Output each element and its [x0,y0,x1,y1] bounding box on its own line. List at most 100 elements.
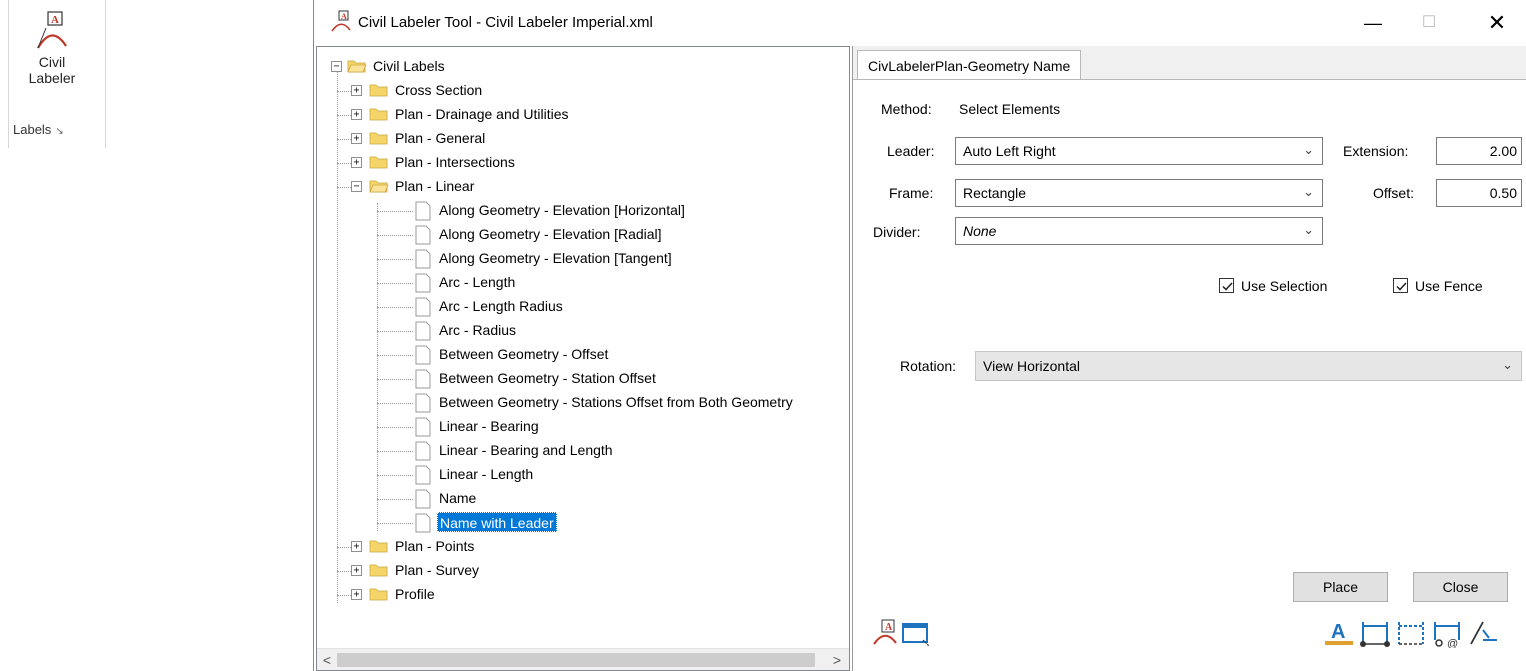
tree-node-label: Arc - Radius [439,322,517,338]
tree-node-label: Arc - Length [439,274,516,290]
collapse-icon[interactable]: − [331,61,342,72]
tree-node-root[interactable]: − Civil Labels [317,55,847,79]
expand-icon[interactable]: + [351,589,362,600]
tree-folder-node[interactable]: + Plan - Drainage and Utilities [317,103,847,127]
scroll-left-arrow[interactable]: < [317,649,337,670]
dimension-point-icon[interactable]: @ [1431,618,1465,648]
tree-connector [377,259,413,260]
tree-folder-node[interactable]: + Plan - Survey [317,559,847,583]
expand-icon[interactable]: + [351,133,362,144]
text-label-icon[interactable]: A [1323,618,1357,648]
tree-leaf-node[interactable]: Arc - Length [317,271,847,295]
document-icon [415,489,431,509]
tree-node-label: Cross Section [395,82,483,98]
tree-leaf-node[interactable]: Between Geometry - Station Offset [317,367,847,391]
folder-icon [369,84,388,97]
tree-connector [377,427,413,428]
scroll-right-arrow[interactable]: > [827,649,847,670]
tab-civlabelerplan-geometry-name[interactable]: CivLabelerPlan-Geometry Name [857,50,1082,80]
tree-folder-node[interactable]: − Plan - Linear [317,175,847,199]
expand-icon[interactable]: + [351,541,362,552]
document-icon [415,393,431,413]
tree-node-label: Linear - Bearing and Length [439,442,613,458]
horizontal-scrollbar[interactable]: < > [317,648,849,670]
rotation-dropdown[interactable]: View Horizontal ⌄ [975,351,1522,381]
tree-node-label-selected: Name with Leader [437,512,557,532]
offset-label: Offset: [1373,185,1414,201]
label-tool-icon[interactable]: A [871,618,899,646]
tree-leaf-node[interactable]: Linear - Length [317,463,847,487]
expand-icon[interactable]: + [351,85,362,96]
tree-node-label: Civil Labels [373,58,445,74]
maximize-button[interactable]: ☐ [1406,8,1452,38]
folder-icon [369,540,388,553]
tree-leaf-node[interactable]: Linear - Bearing [317,415,847,439]
ribbon-button-label-line2: Labeler [28,70,76,86]
tree-folder-node[interactable]: + Cross Section [317,79,847,103]
place-button[interactable]: Place [1293,572,1388,602]
frame-dropdown[interactable]: Rectangle ⌄ [955,179,1323,207]
scrollbar-thumb[interactable] [337,653,815,667]
document-icon [415,225,431,245]
close-button[interactable]: Close [1413,572,1508,602]
use-selection-checkbox[interactable]: Use Selection [1219,276,1359,296]
tree-leaf-node[interactable]: Between Geometry - Stations Offset from … [317,391,847,415]
tree-folder-node[interactable]: + Plan - Intersections [317,151,847,175]
tree-leaf-node[interactable]: Name with Leader [317,511,847,535]
ribbon-button-label-line1: Civil [38,54,66,70]
label-settings-panel: CivLabelerPlan-Geometry Name Method: Sel… [852,46,1526,671]
angle-leader-icon[interactable] [1467,618,1501,648]
ribbon-group-label: Labels [13,122,52,137]
extension-label: Extension: [1343,143,1409,159]
expand-icon[interactable]: + [351,109,362,120]
folder-icon [369,156,388,169]
divider-dropdown[interactable]: None ⌄ [955,217,1323,245]
select-window-icon[interactable] [901,620,931,648]
tree-node-label: Plan - Intersections [395,154,515,170]
tree-node-label: Along Geometry - Elevation [Tangent] [439,250,672,266]
extension-input[interactable]: 2.00 [1436,137,1522,165]
dimension-leader-icon[interactable] [1359,618,1393,648]
tree-connector [377,451,413,452]
leader-dropdown[interactable]: Auto Left Right ⌄ [955,137,1323,165]
tree-leaf-node[interactable]: Between Geometry - Offset [317,343,847,367]
tree-connector [377,211,413,212]
civil-labeler-ribbon-button[interactable]: A Civil Labeler [9,8,95,114]
tree-leaf-node[interactable]: Along Geometry - Elevation [Radial] [317,223,847,247]
window-title: Civil Labeler Tool - Civil Labeler Imper… [358,14,653,31]
title-bar[interactable]: A Civil Labeler Tool - Civil Labeler Imp… [314,0,1526,46]
document-icon [415,441,431,461]
tree-connector [377,523,413,524]
tree-leaf-node[interactable]: Linear - Bearing and Length [317,439,847,463]
checkbox-box [1219,278,1234,293]
tree-folder-node[interactable]: + Profile [317,583,847,607]
dimension-frame-icon[interactable] [1395,618,1429,648]
chevron-down-icon: ⌄ [1303,142,1314,157]
tree-leaf-node[interactable]: Arc - Radius [317,319,847,343]
dialog-launcher-icon[interactable]: ↘ [55,126,63,137]
tree-leaf-node[interactable]: Along Geometry - Elevation [Tangent] [317,247,847,271]
expand-icon[interactable]: + [351,157,362,168]
svg-text:A: A [885,622,893,633]
use-fence-checkbox[interactable]: Use Fence [1393,276,1513,296]
use-fence-label: Use Fence [1415,278,1483,294]
tree-leaf-node[interactable]: Along Geometry - Elevation [Horizontal] [317,199,847,223]
tree-node-label: Arc - Length Radius [439,298,563,314]
tree-folder-node[interactable]: + Plan - General [317,127,847,151]
tree-folder-node[interactable]: + Plan - Points [317,535,847,559]
folder-icon [369,564,388,577]
close-window-button[interactable]: ✕ [1474,8,1520,38]
tree-leaf-node[interactable]: Arc - Length Radius [317,295,847,319]
label-tree-panel[interactable]: − Civil Labels + Cross Section + Plan - Dra… [316,46,850,671]
tree-node-label: Between Geometry - Offset [439,346,609,362]
tree-leaf-node[interactable]: Name [317,487,847,511]
expand-icon[interactable]: + [351,565,362,576]
offset-input[interactable]: 0.50 [1436,179,1522,207]
tree-node-label: Along Geometry - Elevation [Horizontal] [439,202,685,218]
document-icon [415,369,431,389]
collapse-icon[interactable]: − [351,181,362,192]
svg-text:A: A [51,14,59,26]
open-folder-icon [347,60,367,73]
document-icon [415,417,431,437]
minimize-button[interactable]: — [1350,8,1396,38]
